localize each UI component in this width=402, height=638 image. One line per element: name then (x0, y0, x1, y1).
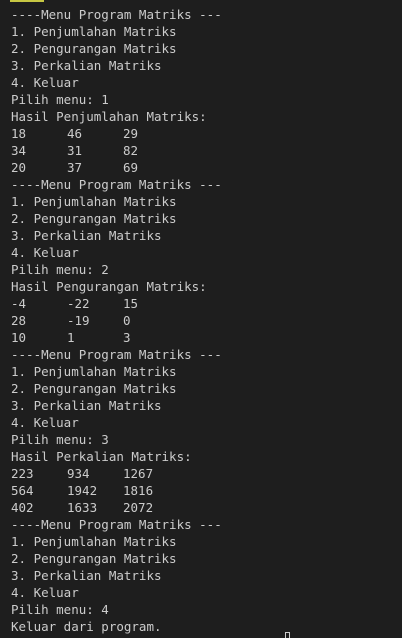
menu-item: 3. Perkalian Matriks (11, 228, 162, 243)
matrix-cell: 1267 (123, 466, 154, 481)
matrix-row: 18 46 29 (11, 125, 402, 142)
matrix-cell: 37 (67, 160, 83, 175)
matrix-row: -4 -22 15 (11, 295, 402, 312)
menu-prompt: Pilih menu: 1 (11, 92, 109, 107)
matrix-cell: -4 (11, 296, 27, 311)
menu-block: ----Menu Program Matriks --- 1. Penjumla… (11, 176, 402, 346)
matrix-cell: -19 (67, 313, 90, 328)
menu-item: 2. Pengurangan Matriks (11, 211, 177, 226)
menu-item: 4. Keluar (11, 245, 79, 260)
menu-item: 2. Pengurangan Matriks (11, 41, 177, 56)
matrix-cell: 20 (11, 160, 27, 175)
matrix-cell: 1816 (123, 483, 154, 498)
menu-item: 4. Keluar (11, 75, 79, 90)
menu-item: 2. Pengurangan Matriks (11, 381, 177, 396)
matrix-cell: 18 (11, 126, 27, 141)
matrix-cell: 34 (11, 143, 27, 158)
matrix-cell: 223 (11, 466, 34, 481)
matrix-cell: 934 (67, 466, 90, 481)
menu-block: ----Menu Program Matriks --- 1. Penjumla… (11, 516, 402, 635)
matrix-cell: 10 (11, 330, 27, 345)
menu-item: 3. Perkalian Matriks (11, 398, 162, 413)
terminal-cursor (285, 632, 290, 638)
matrix-cell: 15 (123, 296, 139, 311)
matrix-cell: 1942 (67, 483, 98, 498)
matrix-cell: 402 (11, 500, 34, 515)
terminal-output: ----Menu Program Matriks --- 1. Penjumla… (11, 6, 402, 635)
matrix-cell: 82 (123, 143, 139, 158)
matrix-cell: 29 (123, 126, 139, 141)
matrix-row: 564 1942 1816 (11, 482, 402, 499)
result-title: Hasil Perkalian Matriks: (11, 449, 192, 464)
clipped-previous-line (10, 0, 44, 2)
matrix-row: 28 -19 0 (11, 312, 402, 329)
matrix-cell: 564 (11, 483, 34, 498)
menu-item: 2. Pengurangan Matriks (11, 551, 177, 566)
matrix-cell: -22 (67, 296, 90, 311)
terminal-panel[interactable]: ----Menu Program Matriks --- 1. Penjumla… (0, 0, 402, 638)
menu-item: 4. Keluar (11, 415, 79, 430)
menu-item: 1. Penjumlahan Matriks (11, 364, 177, 379)
result-title: Hasil Penjumlahan Matriks: (11, 109, 207, 124)
menu-prompt: Pilih menu: 3 (11, 432, 109, 447)
matrix-cell: 1 (67, 330, 75, 345)
menu-item: 3. Perkalian Matriks (11, 58, 162, 73)
matrix-cell: 3 (123, 330, 131, 345)
matrix-row: 10 1 3 (11, 329, 402, 346)
matrix-row: 20 37 69 (11, 159, 402, 176)
menu-title: ----Menu Program Matriks --- (11, 7, 222, 22)
matrix-cell: 28 (11, 313, 27, 328)
matrix-cell: 69 (123, 160, 139, 175)
menu-item: 4. Keluar (11, 585, 79, 600)
menu-title: ----Menu Program Matriks --- (11, 177, 222, 192)
menu-title: ----Menu Program Matriks --- (11, 347, 222, 362)
menu-item: 1. Penjumlahan Matriks (11, 24, 177, 39)
matrix-cell: 0 (123, 313, 131, 328)
matrix-row: 223 934 1267 (11, 465, 402, 482)
matrix-row: 34 31 82 (11, 142, 402, 159)
menu-title: ----Menu Program Matriks --- (11, 517, 222, 532)
matrix-cell: 31 (67, 143, 83, 158)
matrix-cell: 46 (67, 126, 83, 141)
result-title: Hasil Pengurangan Matriks: (11, 279, 207, 294)
matrix-cell: 1633 (67, 500, 98, 515)
menu-item: 3. Perkalian Matriks (11, 568, 162, 583)
menu-block: ----Menu Program Matriks --- 1. Penjumla… (11, 6, 402, 176)
menu-block: ----Menu Program Matriks --- 1. Penjumla… (11, 346, 402, 516)
matrix-row: 402 1633 2072 (11, 499, 402, 516)
menu-prompt: Pilih menu: 2 (11, 262, 109, 277)
exit-message: Keluar dari program. (11, 619, 162, 634)
menu-item: 1. Penjumlahan Matriks (11, 534, 177, 549)
menu-item: 1. Penjumlahan Matriks (11, 194, 177, 209)
matrix-cell: 2072 (123, 500, 154, 515)
menu-prompt: Pilih menu: 4 (11, 602, 109, 617)
